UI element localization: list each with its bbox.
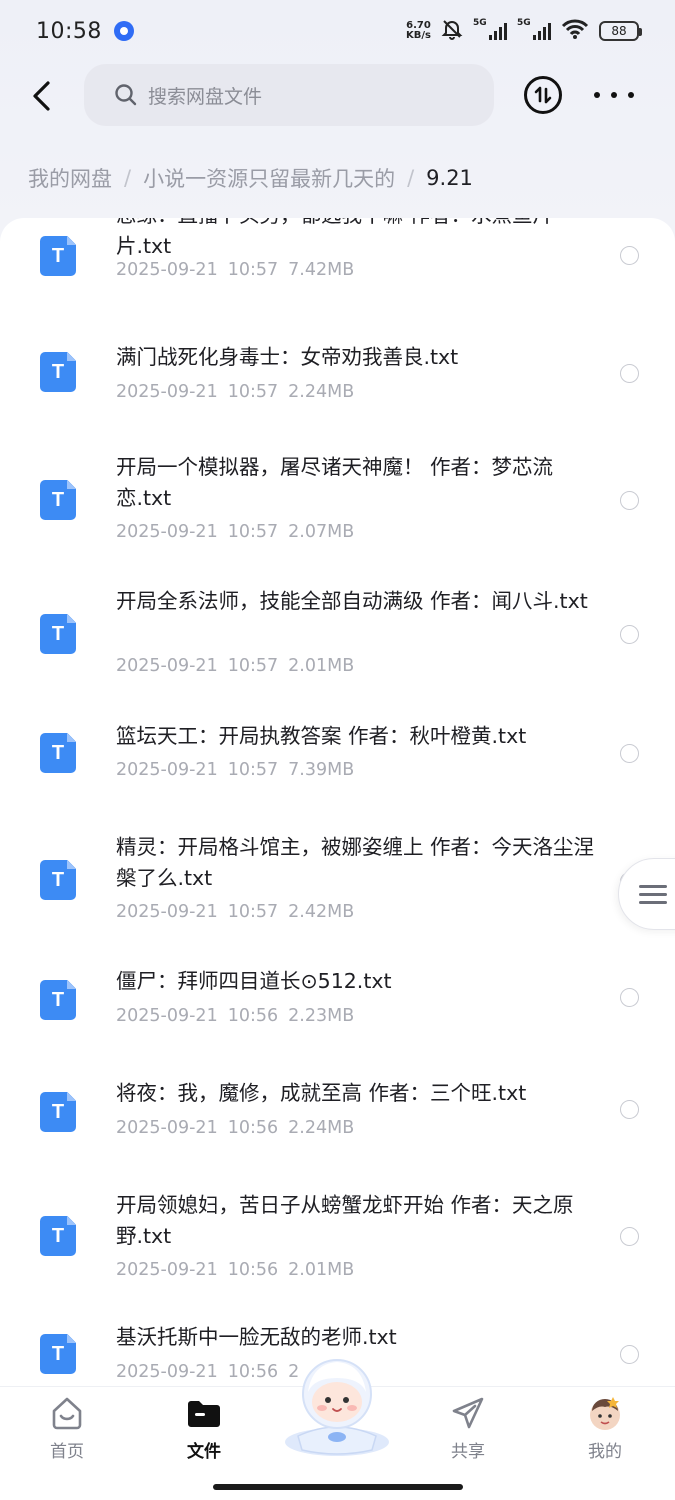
sim2-label: 5G xyxy=(517,18,531,28)
list-item[interactable]: T 开局全系法师，技能全部自动满级 作者：闻八斗.txt 2025-09-21 1… xyxy=(0,570,675,704)
home-indicator xyxy=(213,1484,463,1490)
select-checkbox[interactable] xyxy=(620,744,639,763)
transfer-button[interactable] xyxy=(524,76,562,114)
select-checkbox[interactable] xyxy=(620,491,639,510)
file-meta: 2025-09-21 10:56 2.24MB xyxy=(116,1118,355,1138)
list-item[interactable]: T 将夜：我，魔修，成就至高 作者：三个旺.txt 2025-09-21 10:5… xyxy=(0,1070,675,1182)
nav-label-files: 文件 xyxy=(187,1442,221,1462)
nav-item-mine[interactable]: 我的 xyxy=(560,1393,650,1463)
search-placeholder: 搜索网盘文件 xyxy=(148,85,263,108)
battery-icon: 88 xyxy=(599,21,642,41)
text-file-icon: T xyxy=(40,980,76,1020)
signal-icon-2: 5G xyxy=(517,18,551,40)
back-icon xyxy=(33,81,50,111)
transfer-icon xyxy=(534,86,552,104)
battery-level: 88 xyxy=(611,24,627,38)
breadcrumb-separator: / xyxy=(124,166,132,190)
file-name: 将夜：我，魔修，成就至高 作者：三个旺.txt xyxy=(116,1081,527,1105)
nav-label-home: 首页 xyxy=(50,1442,84,1462)
more-button[interactable] xyxy=(592,80,636,110)
file-name: 精灵：开局格斗馆主，被娜姿缠上 作者：今天洛尘涅槃了么.txt xyxy=(116,835,595,890)
breadcrumb-item-folder[interactable]: 小说一资源只留最新几天的 xyxy=(143,163,395,193)
select-checkbox[interactable] xyxy=(620,246,639,265)
file-meta: 2025-09-21 10:56 2 xyxy=(116,1362,300,1382)
menu-icon xyxy=(639,884,667,888)
file-name: 篮坛天工：开局执教答案 作者：秋叶橙黄.txt xyxy=(116,724,527,748)
select-checkbox[interactable] xyxy=(620,1345,639,1364)
file-meta: 2025-09-21 10:57 2.07MB xyxy=(116,522,355,542)
status-bar: 10:58 6.70 KB/s 5G 5G 88 xyxy=(0,0,675,62)
breadcrumb: 我的网盘 / 小说一资源只留最新几天的 / 9.21 xyxy=(28,160,473,196)
select-checkbox[interactable] xyxy=(620,625,639,644)
mute-icon xyxy=(441,18,463,44)
status-indicators: 6.70 KB/s 5G 5G 88 xyxy=(406,18,642,44)
file-name: 开局一个模拟器，屠尽诸天神魔！ 作者：梦芯流恋.txt xyxy=(116,455,554,510)
home-icon xyxy=(47,1393,87,1433)
breadcrumb-current: 9.21 xyxy=(426,166,473,190)
select-checkbox[interactable] xyxy=(620,1227,639,1246)
search-icon xyxy=(115,84,137,106)
back-button[interactable] xyxy=(22,76,62,116)
file-name: 恋综：直播卜头男，都选我干嘛 作者：水煮鱼片片.txt xyxy=(116,218,553,258)
text-file-icon: T xyxy=(40,1216,76,1256)
select-checkbox[interactable] xyxy=(620,364,639,383)
file-meta: 2025-09-21 10:57 7.42MB xyxy=(116,260,355,280)
list-item[interactable]: T 篮坛天工：开局执教答案 作者：秋叶橙黄.txt 2025-09-21 10:5… xyxy=(0,704,675,820)
select-checkbox[interactable] xyxy=(620,988,639,1007)
wifi-icon xyxy=(561,18,589,44)
list-item[interactable]: T 开局领媳妇，苦日子从螃蟹龙虾开始 作者：天之原野.txt 2025-09-2… xyxy=(0,1182,675,1312)
file-name: 满门战死化身毒士：女帝劝我善良.txt xyxy=(116,345,459,369)
list-item[interactable]: T 僵尸：拜师四目道长⊙512.txt 2025-09-21 10:56 2.23M… xyxy=(0,958,675,1070)
file-name: 僵尸：拜师四目道长⊙512.txt xyxy=(116,969,392,993)
file-meta: 2025-09-21 10:57 2.24MB xyxy=(116,382,355,402)
sim1-label: 5G xyxy=(473,18,487,28)
header: 搜索网盘文件 xyxy=(0,62,675,130)
file-meta: 2025-09-21 10:57 2.01MB xyxy=(116,656,355,676)
list-item[interactable]: T 精灵：开局格斗馆主，被娜姿缠上 作者：今天洛尘涅槃了么.txt 2025-0… xyxy=(0,820,675,958)
text-file-icon: T xyxy=(40,733,76,773)
nav-item-home[interactable]: 首页 xyxy=(22,1393,112,1463)
text-file-icon: T xyxy=(40,860,76,900)
signal-icon: 5G xyxy=(473,18,507,40)
breadcrumb-separator: / xyxy=(407,166,415,190)
mascot-icon xyxy=(285,1359,389,1456)
file-meta: 2025-09-21 10:57 2.42MB xyxy=(116,902,355,922)
list-item[interactable]: T 开局一个模拟器，屠尽诸天神魔！ 作者：梦芯流恋.txt 2025-09-21… xyxy=(0,436,675,570)
net-speed: 6.70 KB/s xyxy=(406,21,431,41)
text-file-icon: T xyxy=(40,352,76,392)
text-file-icon: T xyxy=(40,480,76,520)
text-file-icon: T xyxy=(40,614,76,654)
text-file-icon: T xyxy=(40,1092,76,1132)
file-meta: 2025-09-21 10:56 2.01MB xyxy=(116,1260,355,1280)
file-name: 开局领媳妇，苦日子从螃蟹龙虾开始 作者：天之原野.txt xyxy=(116,1193,574,1248)
list-item[interactable]: T 恋综：直播卜头男，都选我干嘛 作者：水煮鱼片片.txt 2025-09-21… xyxy=(0,218,675,320)
file-name: 开局全系法师，技能全部自动满级 作者：闻八斗.txt xyxy=(116,589,588,613)
nav-item-share[interactable]: 共享 xyxy=(423,1393,513,1463)
status-time: 10:58 xyxy=(36,18,102,44)
text-file-icon: T xyxy=(40,1334,76,1374)
file-meta: 2025-09-21 10:57 7.39MB xyxy=(116,760,355,780)
nav-label-mine: 我的 xyxy=(588,1442,622,1462)
nav-item-files[interactable]: 文件 xyxy=(159,1393,249,1463)
file-name: 基沃托斯中一脸无敌的老师.txt xyxy=(116,1325,397,1349)
search-input[interactable]: 搜索网盘文件 xyxy=(84,64,494,126)
mascot-button[interactable] xyxy=(276,1352,398,1458)
net-speed-unit: KB/s xyxy=(406,30,431,41)
folder-icon xyxy=(184,1393,224,1433)
list-item[interactable]: T 满门战死化身毒士：女帝劝我善良.txt 2025-09-21 10:57 2.2… xyxy=(0,320,675,436)
file-list: T 恋综：直播卜头男，都选我干嘛 作者：水煮鱼片片.txt 2025-09-21… xyxy=(0,218,675,1388)
more-icon xyxy=(594,92,600,98)
text-file-icon: T xyxy=(40,236,76,276)
avatar-icon xyxy=(585,1393,625,1433)
file-meta: 2025-09-21 10:56 2.23MB xyxy=(116,1006,355,1026)
breadcrumb-item-root[interactable]: 我的网盘 xyxy=(28,163,112,193)
select-checkbox[interactable] xyxy=(620,1100,639,1119)
nav-label-share: 共享 xyxy=(451,1442,485,1462)
app-notification-icon xyxy=(113,21,134,41)
share-icon xyxy=(448,1393,488,1433)
